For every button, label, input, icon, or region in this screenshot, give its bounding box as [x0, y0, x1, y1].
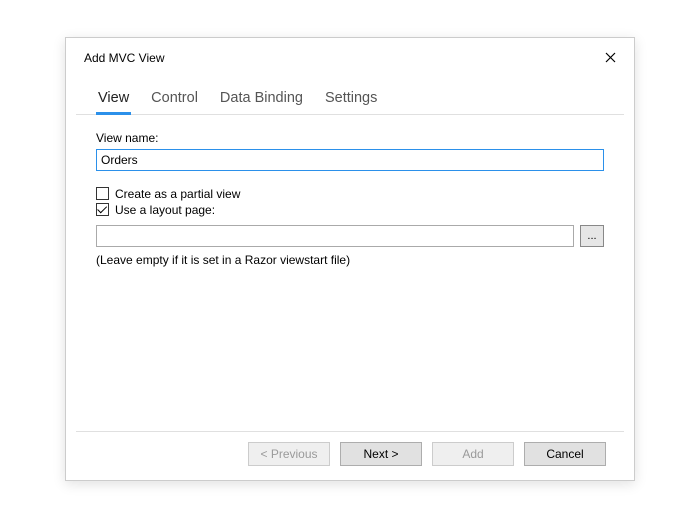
ellipsis-icon: ...	[587, 230, 596, 242]
partial-view-label: Create as a partial view	[115, 187, 240, 201]
layout-path-input[interactable]	[96, 225, 574, 247]
view-name-label: View name:	[96, 131, 604, 145]
tab-view[interactable]: View	[96, 86, 131, 115]
previous-button[interactable]: < Previous	[248, 442, 330, 466]
tab-control[interactable]: Control	[149, 86, 200, 115]
titlebar: Add MVC View	[66, 38, 634, 74]
partial-view-checkbox-row[interactable]: Create as a partial view	[96, 187, 604, 201]
view-name-input[interactable]	[96, 149, 604, 171]
tab-settings[interactable]: Settings	[323, 86, 379, 115]
dialog-title: Add MVC View	[84, 51, 164, 65]
cancel-button[interactable]: Cancel	[524, 442, 606, 466]
use-layout-checkbox[interactable]	[96, 203, 109, 216]
layout-path-row: ...	[96, 225, 604, 247]
tab-bar: View Control Data Binding Settings	[76, 74, 624, 115]
add-button[interactable]: Add	[432, 442, 514, 466]
next-button[interactable]: Next >	[340, 442, 422, 466]
partial-view-checkbox[interactable]	[96, 187, 109, 200]
use-layout-checkbox-row[interactable]: Use a layout page:	[96, 203, 604, 217]
close-button[interactable]	[600, 48, 620, 68]
layout-hint: (Leave empty if it is set in a Razor vie…	[96, 253, 604, 267]
tab-data-binding[interactable]: Data Binding	[218, 86, 305, 115]
browse-button[interactable]: ...	[580, 225, 604, 247]
close-icon	[605, 52, 616, 63]
add-mvc-view-dialog: Add MVC View View Control Data Binding S…	[65, 37, 635, 481]
dialog-footer: < Previous Next > Add Cancel	[76, 431, 624, 480]
use-layout-label: Use a layout page:	[115, 203, 215, 217]
dialog-content: View name: Create as a partial view Use …	[66, 115, 634, 431]
